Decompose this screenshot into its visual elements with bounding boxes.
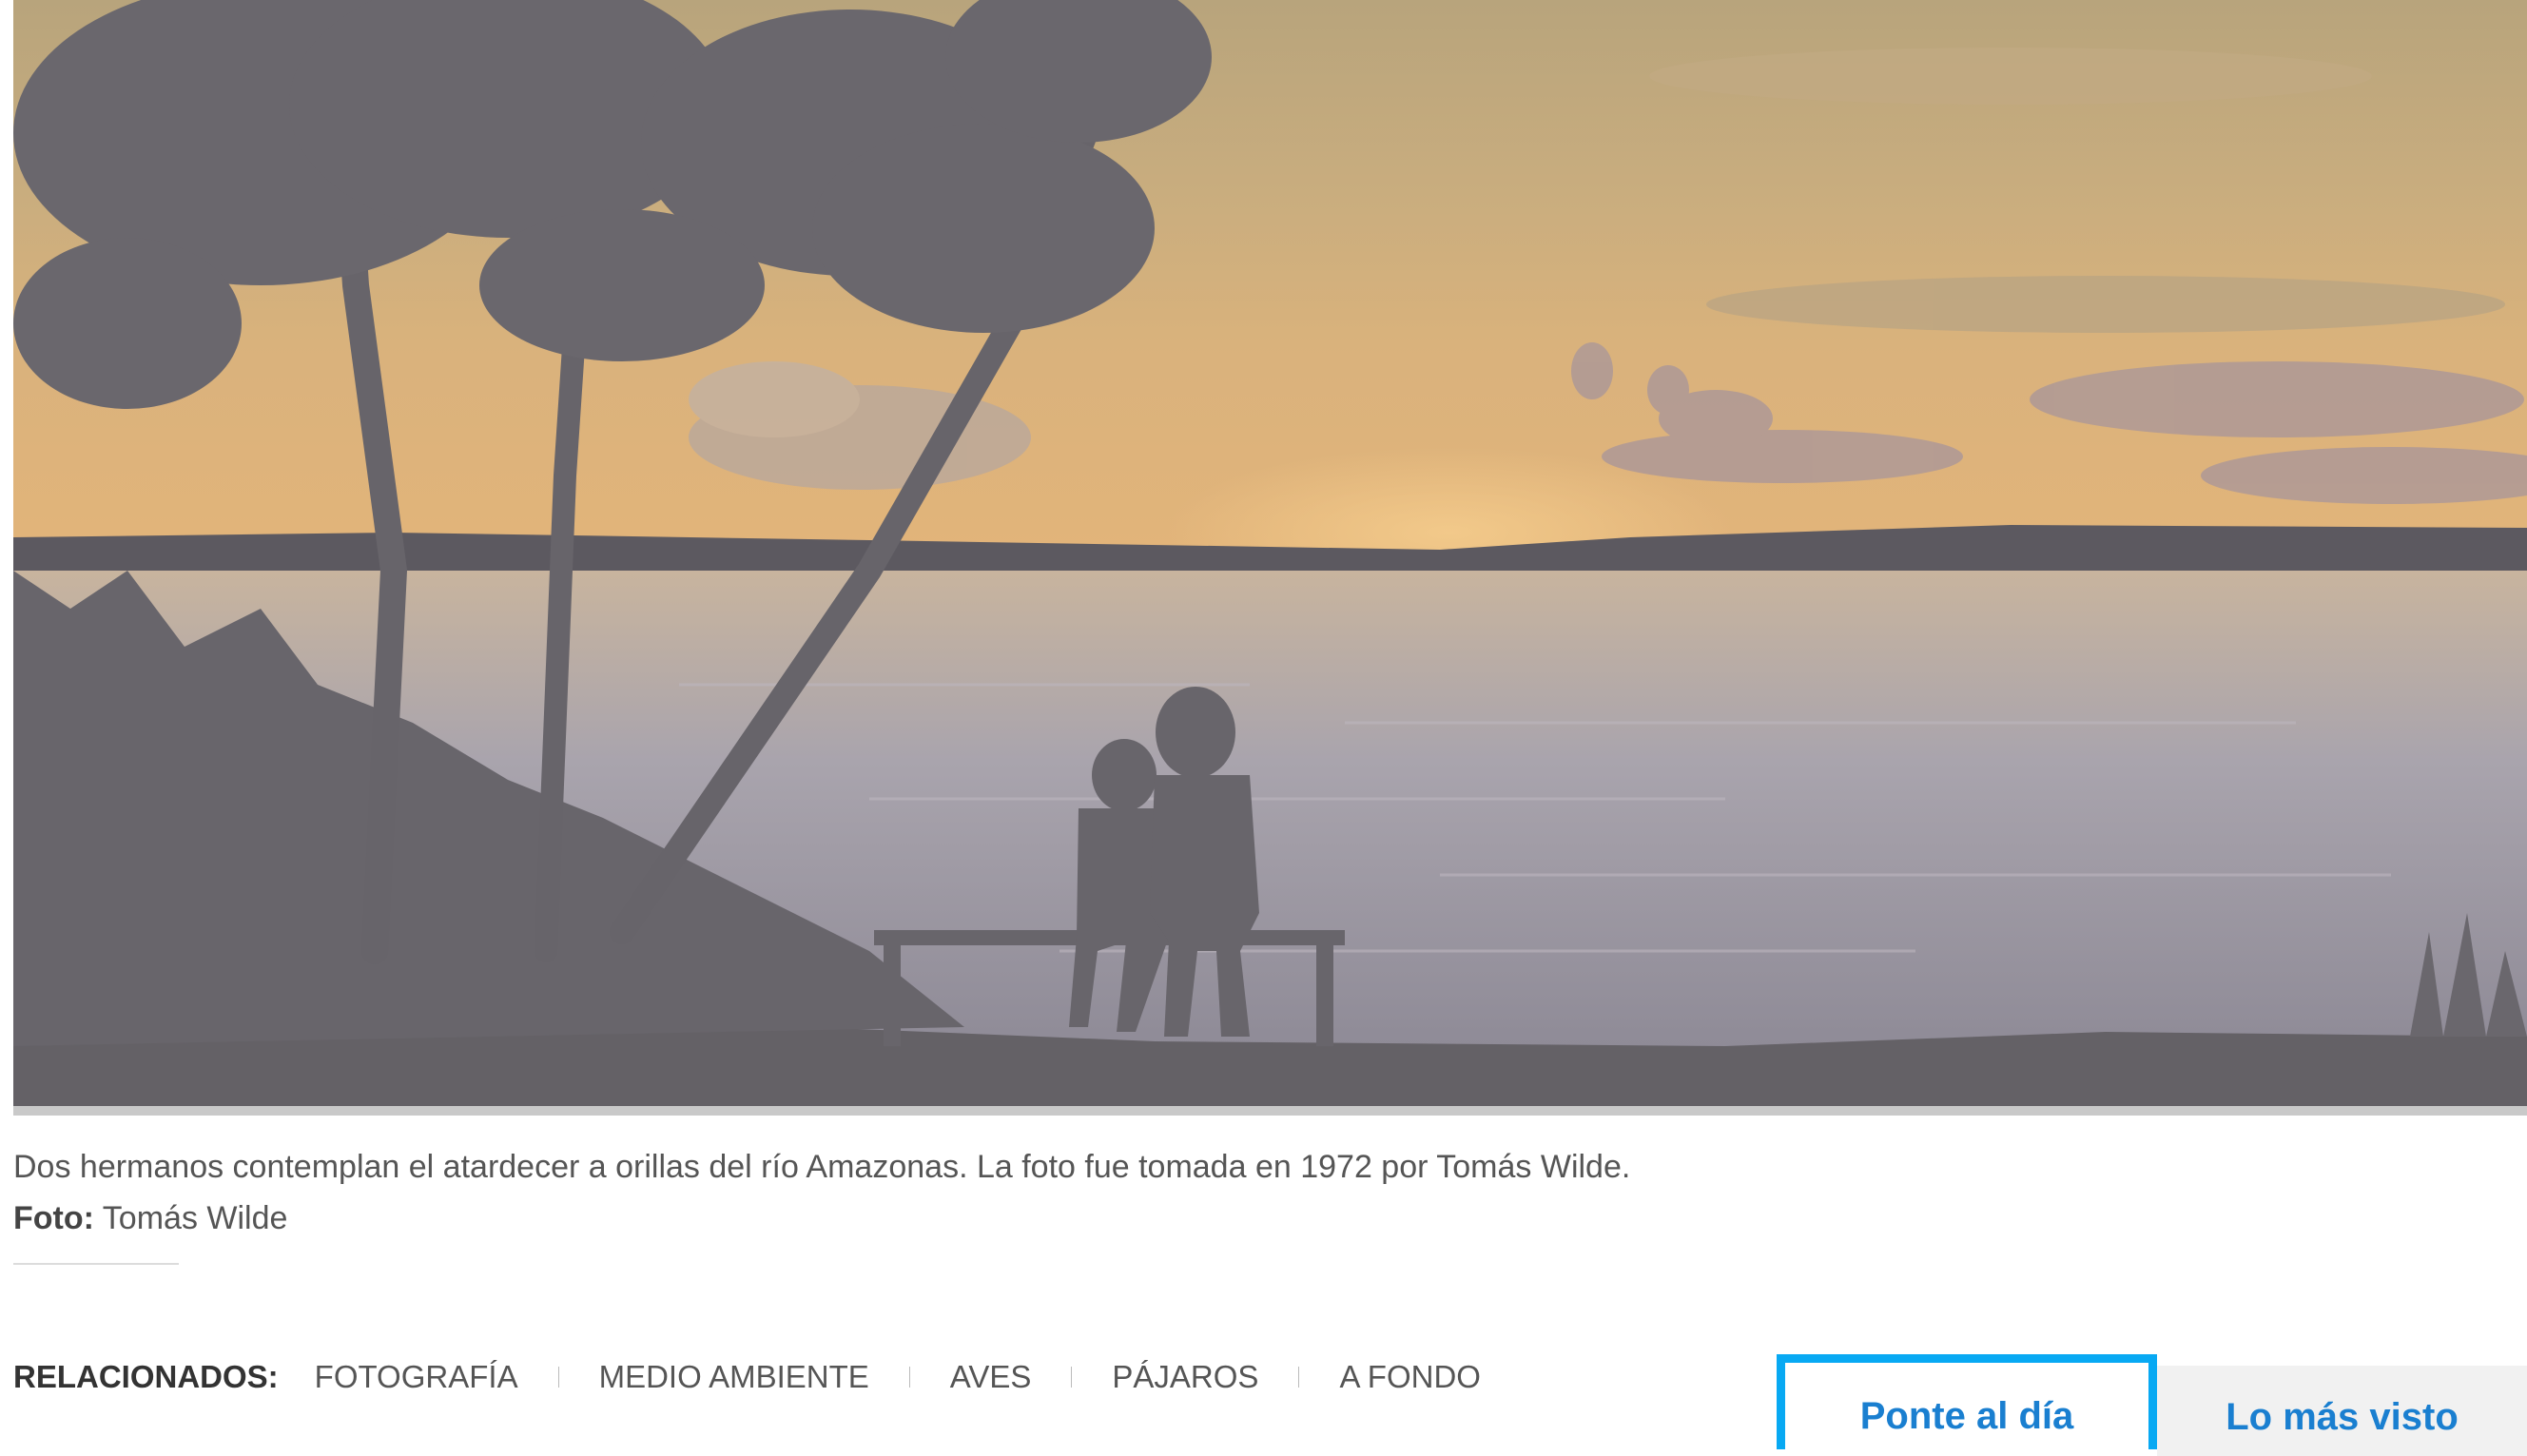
credit-label: Foto: [13, 1200, 94, 1236]
tag-pajaros[interactable]: PÁJAROS [1112, 1359, 1258, 1395]
tag-separator [1071, 1367, 1073, 1388]
tag-medio-ambiente[interactable]: MEDIO AMBIENTE [599, 1359, 869, 1395]
photo-bottom-bar [13, 1106, 2527, 1116]
tab-ponte-al-dia[interactable]: Ponte al día [1777, 1354, 2157, 1449]
tag-fotografia[interactable]: FOTOGRAFÍA [315, 1359, 518, 1395]
sunset-river-image [13, 0, 2527, 1106]
tag-separator [908, 1367, 910, 1388]
related-label: RELACIONADOS: [13, 1359, 279, 1394]
related-tags: RELACIONADOS: FOTOGRAFÍA MEDIO AMBIENTE … [13, 1350, 1481, 1404]
article-photo[interactable] [13, 0, 2527, 1106]
tab-lo-mas-visto[interactable]: Lo más visto [2157, 1366, 2527, 1456]
photo-credit: Foto: Tomás Wilde [13, 1193, 2296, 1244]
tag-aves[interactable]: AVES [950, 1359, 1032, 1395]
caption-text: Dos hermanos contemplan el atardecer a o… [13, 1149, 1631, 1185]
article-page: Dos hermanos contemplan el atardecer a o… [0, 0, 2527, 1456]
tag-separator [1298, 1367, 1300, 1388]
photo-caption: Dos hermanos contemplan el atardecer a o… [13, 1141, 2296, 1244]
caption-divider [13, 1263, 179, 1265]
tag-a-fondo[interactable]: A FONDO [1339, 1359, 1481, 1395]
tag-separator [557, 1367, 559, 1388]
credit-name: Tomás Wilde [102, 1200, 288, 1236]
